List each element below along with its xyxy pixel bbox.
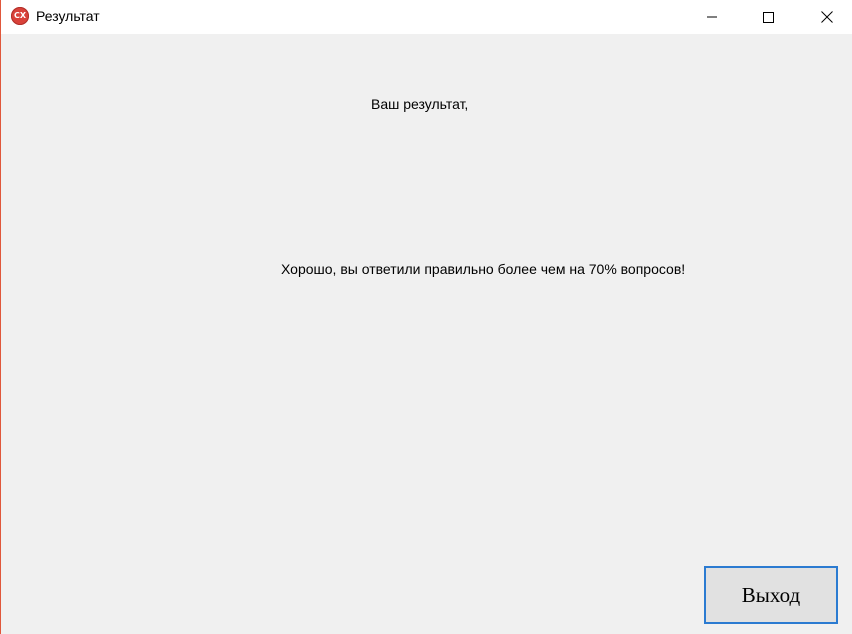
close-button[interactable] — [804, 0, 850, 34]
minimize-icon — [707, 16, 717, 18]
result-window: CX Результат Ваш результат, Хорошо, вы о… — [0, 0, 852, 634]
maximize-icon — [762, 11, 774, 23]
result-heading: Ваш результат, — [371, 96, 469, 112]
exit-button[interactable]: Выход — [704, 566, 838, 624]
window-title: Результат — [36, 8, 100, 24]
result-message: Хорошо, вы ответили правильно более чем … — [281, 261, 686, 277]
close-icon — [821, 11, 833, 23]
title-bar[interactable]: CX Результат — [1, 0, 852, 34]
client-area: Ваш результат, Хорошо, вы ответили прави… — [1, 34, 852, 634]
minimize-button[interactable] — [689, 0, 735, 34]
app-icon: CX — [11, 7, 29, 25]
maximize-button[interactable] — [745, 0, 791, 34]
